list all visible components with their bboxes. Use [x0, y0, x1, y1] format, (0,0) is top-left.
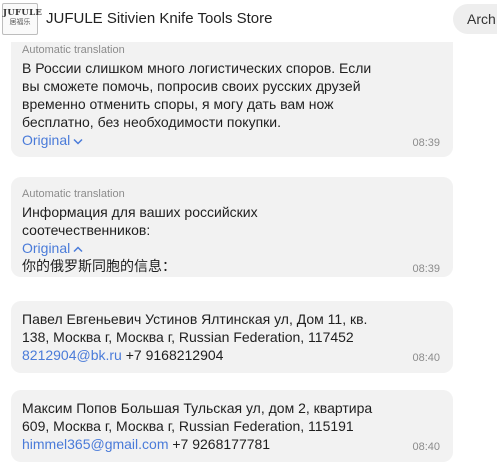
logo-text: JUFULE — [3, 8, 43, 18]
hide-original-toggle[interactable]: Original — [22, 239, 83, 258]
translation-label: Automatic translation — [22, 44, 125, 56]
archive-button[interactable]: Arch — [453, 4, 497, 34]
message-line: Максим Попов Большая Тульская ул, дом 2,… — [22, 400, 373, 416]
store-name[interactable]: JUFULE Sitivien Knife Tools Store — [46, 10, 273, 27]
contact-line: himmel365@gmail.com +7 9268177781 — [22, 435, 270, 453]
message-bubble: Automatic translation Информация для ваш… — [11, 177, 453, 277]
store-logo[interactable]: JUFULE 居福乐 — [2, 3, 43, 35]
phone-number: +7 9268177781 — [168, 436, 271, 452]
message-line: 609, Москва г, Москва г, Russian Federat… — [22, 418, 354, 434]
message-line: Информация для ваших российских — [22, 204, 258, 220]
message-bubble: Automatic translation В России слишком м… — [11, 32, 453, 157]
chat-header: JUFULE 居福乐 JUFULE Sitivien Knife Tools S… — [0, 0, 497, 42]
message-time: 08:40 — [412, 441, 440, 453]
message-line: Павел Евгеньевич Устинов Ялтинская ул, Д… — [22, 311, 368, 327]
original-text: 你的俄罗斯同胞的信息： — [22, 258, 176, 274]
email-link[interactable]: 8212904@bk.ru — [22, 347, 122, 363]
phone-number: +7 9168212904 — [121, 347, 224, 363]
message-time: 08:39 — [412, 137, 440, 149]
chevron-down-icon — [73, 132, 83, 150]
message-line: соотечественников: — [22, 222, 151, 238]
toggle-label: Original — [22, 240, 71, 256]
logo-subtext: 居福乐 — [9, 19, 31, 26]
translation-label: Automatic translation — [22, 188, 125, 200]
message-line: временно отменить споры, я могу дать вам… — [22, 96, 334, 112]
message-bubble: Павел Евгеньевич Устинов Ялтинская ул, Д… — [11, 301, 453, 373]
message-line: бесплатно, без необходимости покупки. — [22, 114, 281, 130]
message-time: 08:39 — [412, 263, 440, 275]
email-link[interactable]: himmel365@gmail.com — [22, 436, 168, 452]
message-time: 08:40 — [412, 352, 440, 364]
chevron-up-icon — [73, 240, 83, 258]
show-original-toggle[interactable]: Original — [22, 131, 83, 150]
contact-line: 8212904@bk.ru +7 9168212904 — [22, 346, 223, 364]
toggle-label: Original — [22, 132, 71, 148]
message-line: 138, Москва г, Москва г, Russian Federat… — [22, 329, 354, 345]
message-line: вы сможете помочь, попросив своих русски… — [22, 78, 361, 94]
message-line: В России слишком много логистических спо… — [22, 60, 372, 76]
message-bubble: Максим Попов Большая Тульская ул, дом 2,… — [11, 390, 453, 462]
